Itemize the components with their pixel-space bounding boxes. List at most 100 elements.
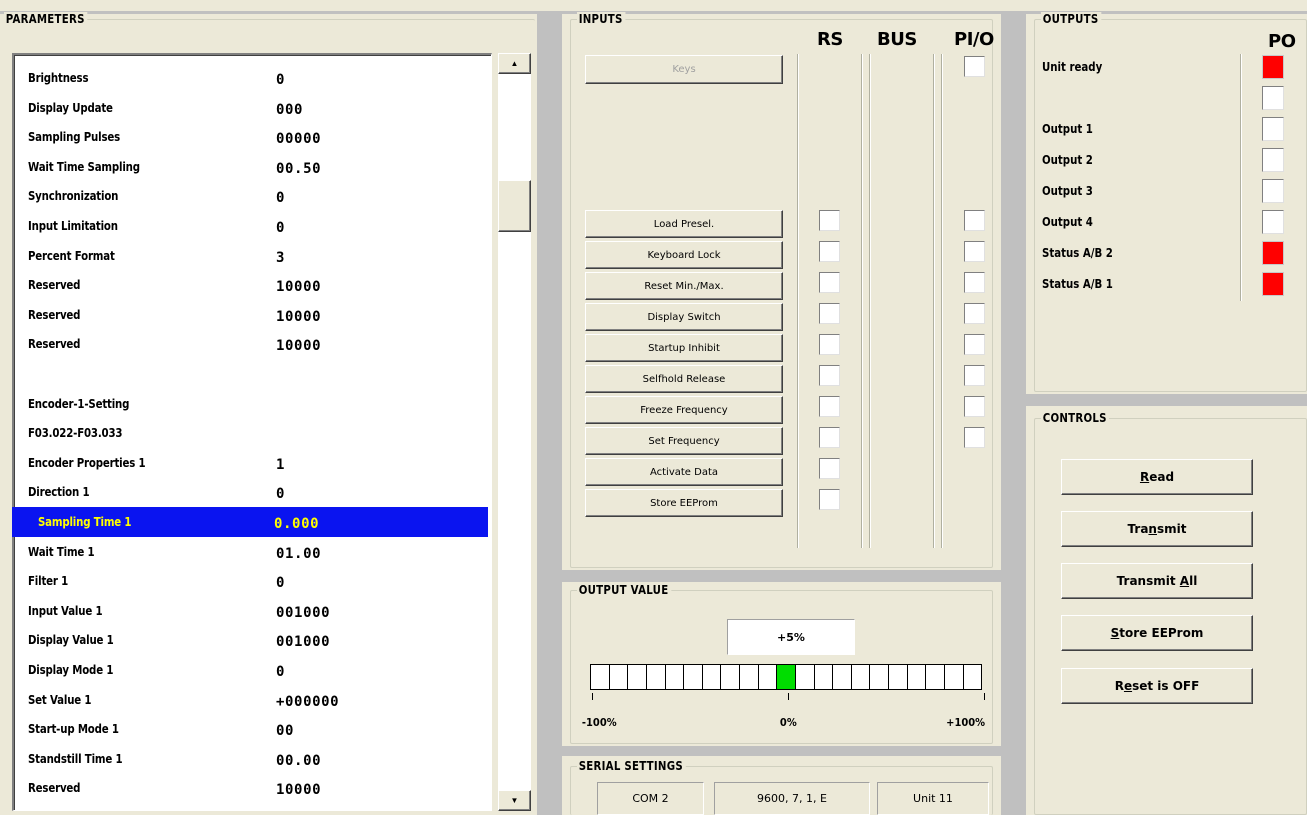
parameter-row[interactable]: Wait Time 1 01.00 bbox=[4, 537, 468, 567]
parameter-row[interactable]: Reserved 10000 bbox=[4, 270, 468, 300]
parameter-value[interactable]: 00 bbox=[276, 723, 294, 739]
parameter-row[interactable]: Reserved 10000 bbox=[4, 300, 468, 330]
parameter-value[interactable]: 1 bbox=[276, 457, 285, 473]
parameter-row[interactable]: F03.022-F03.033 bbox=[4, 418, 468, 448]
parameter-value[interactable]: 10000 bbox=[276, 338, 321, 354]
parameter-row[interactable]: Input Value 1 001000 bbox=[4, 596, 468, 626]
parameter-value[interactable]: 0 bbox=[276, 190, 285, 206]
input-button[interactable]: Startup Inhibit bbox=[585, 334, 783, 362]
input-button[interactable]: Selfhold Release bbox=[585, 365, 783, 393]
bar-segment bbox=[703, 665, 722, 689]
parameter-value[interactable]: +000000 bbox=[276, 694, 339, 710]
parameter-name: Encoder Properties 1 bbox=[28, 455, 146, 470]
serial-port: COM 2 bbox=[597, 782, 704, 815]
output-value-title: OUTPUT VALUE bbox=[577, 583, 671, 597]
parameter-value[interactable]: 00.50 bbox=[276, 161, 321, 177]
reset-label-pre: R bbox=[1114, 679, 1124, 693]
parameter-value[interactable]: 00000 bbox=[276, 131, 321, 147]
parameter-value[interactable]: 001000 bbox=[276, 605, 330, 621]
parameter-row[interactable]: Wait Time Sampling 00.50 bbox=[4, 152, 468, 182]
bar-segment bbox=[684, 665, 703, 689]
parameter-value[interactable]: 0 bbox=[276, 220, 285, 236]
parameter-value[interactable]: 0 bbox=[276, 575, 285, 591]
bar-segment-active bbox=[777, 665, 796, 689]
parameter-row[interactable]: Percent Format 3 bbox=[4, 241, 468, 271]
parameter-value[interactable]: 10000 bbox=[276, 309, 321, 325]
po-indicator bbox=[1262, 55, 1284, 79]
parameter-row[interactable]: Reserved 10000 bbox=[4, 329, 468, 359]
parameter-row[interactable]: Display Value 1 001000 bbox=[4, 625, 468, 655]
pio-indicator bbox=[964, 334, 985, 355]
input-button[interactable]: Freeze Frequency bbox=[585, 396, 783, 424]
store-label-mnemonic: S bbox=[1110, 626, 1120, 640]
parameter-row[interactable]: Display Update 000 bbox=[4, 93, 468, 123]
parameters-scrollbar[interactable]: ▲ ▼ bbox=[498, 53, 531, 811]
serial-params: 9600, 7, 1, E bbox=[714, 782, 870, 815]
parameter-row[interactable] bbox=[4, 359, 468, 389]
parameter-value[interactable]: 00.00 bbox=[276, 753, 321, 769]
parameter-name: Display Mode 1 bbox=[28, 663, 114, 677]
bus-pio-divider bbox=[869, 54, 871, 548]
parameter-name: Wait Time 1 bbox=[28, 544, 95, 559]
read-button[interactable]: Read bbox=[1061, 459, 1253, 495]
parameter-name: Standstill Time 1 bbox=[28, 751, 123, 766]
parameter-row[interactable]: Encoder-1-Setting bbox=[4, 389, 468, 419]
input-button[interactable]: Keyboard Lock bbox=[585, 241, 783, 269]
keys-pio-indicator bbox=[964, 56, 985, 77]
transmit-all-button[interactable]: Transmit All bbox=[1061, 563, 1253, 599]
parameter-row[interactable]: Start-up Mode 1 00 bbox=[4, 714, 468, 744]
input-button[interactable]: Display Switch bbox=[585, 303, 783, 331]
parameter-name: Reserved bbox=[28, 278, 81, 293]
parameter-name: Synchronization bbox=[28, 189, 119, 204]
parameter-row[interactable]: Filter 1 0 bbox=[4, 566, 468, 596]
po-column-header: PO bbox=[1268, 31, 1296, 52]
bar-segment bbox=[796, 665, 815, 689]
parameter-value[interactable]: 001000 bbox=[276, 634, 330, 650]
parameter-name: Reserved bbox=[28, 307, 81, 322]
parameter-row[interactable]: Encoder Properties 1 1 bbox=[4, 448, 468, 478]
parameter-value[interactable]: 10000 bbox=[276, 279, 321, 295]
store-eeprom-button[interactable]: Store EEProm bbox=[1061, 615, 1253, 651]
parameter-value[interactable]: 10000 bbox=[276, 782, 321, 798]
keys-button[interactable]: Keys bbox=[585, 55, 783, 84]
parameter-row[interactable]: Brightness 0 bbox=[4, 63, 468, 93]
parameter-value[interactable]: 000 bbox=[276, 102, 303, 118]
parameter-row[interactable]: Set Value 1 +000000 bbox=[4, 685, 468, 715]
pio-indicator bbox=[964, 272, 985, 293]
parameter-row-selected[interactable]: Sampling Time 1 0.000 bbox=[12, 507, 488, 537]
pio-column-header: PI/O bbox=[954, 29, 994, 50]
parameter-value[interactable]: 0 bbox=[276, 72, 285, 88]
output-label: Output 3 bbox=[1042, 184, 1093, 198]
input-button[interactable]: Activate Data bbox=[585, 458, 783, 486]
input-button[interactable]: Load Presel. bbox=[585, 210, 783, 238]
parameter-row[interactable]: Reserved 10000 bbox=[4, 773, 468, 803]
transmit-button[interactable]: Tra n smit bbox=[1061, 511, 1253, 547]
parameter-value[interactable]: 0 bbox=[276, 486, 285, 502]
parameter-value[interactable]: 01.00 bbox=[276, 546, 321, 562]
rs-indicator bbox=[819, 241, 840, 262]
output-label: Status A/B 1 bbox=[1042, 277, 1113, 291]
outputs-title: OUTPUTS bbox=[1041, 12, 1102, 26]
parameter-row[interactable]: Direction 1 0 bbox=[4, 477, 468, 507]
parameter-row[interactable]: Sampling Pulses 00000 bbox=[4, 122, 468, 152]
reset-button[interactable]: Re set is OFF bbox=[1061, 668, 1253, 704]
output-label: Output 1 bbox=[1042, 122, 1093, 136]
parameter-value[interactable]: 3 bbox=[276, 250, 285, 266]
parameter-row[interactable]: Input Limitation 0 bbox=[4, 211, 468, 241]
scroll-down-button[interactable]: ▼ bbox=[498, 790, 531, 811]
parameter-row[interactable]: Display Mode 1 0 bbox=[4, 655, 468, 685]
parameter-row[interactable]: Standstill Time 1 00.00 bbox=[4, 744, 468, 774]
po-indicator bbox=[1262, 117, 1284, 141]
scroll-thumb[interactable] bbox=[498, 180, 531, 232]
parameter-value[interactable]: 0.000 bbox=[274, 516, 319, 532]
parameter-row[interactable]: Synchronization 0 bbox=[4, 181, 468, 211]
parameter-value[interactable]: 0 bbox=[276, 664, 285, 680]
input-button[interactable]: Store EEProm bbox=[585, 489, 783, 517]
bar-segment bbox=[889, 665, 908, 689]
parameter-name: Reserved bbox=[28, 781, 81, 796]
read-label-mnemonic: R bbox=[1139, 470, 1150, 484]
scroll-up-button[interactable]: ▲ bbox=[498, 53, 531, 74]
input-button[interactable]: Set Frequency bbox=[585, 427, 783, 455]
parameters-list[interactable]: Brightness 0 Display Update 000 Sampling Pul… bbox=[12, 53, 492, 811]
input-button[interactable]: Reset Min./Max. bbox=[585, 272, 783, 300]
